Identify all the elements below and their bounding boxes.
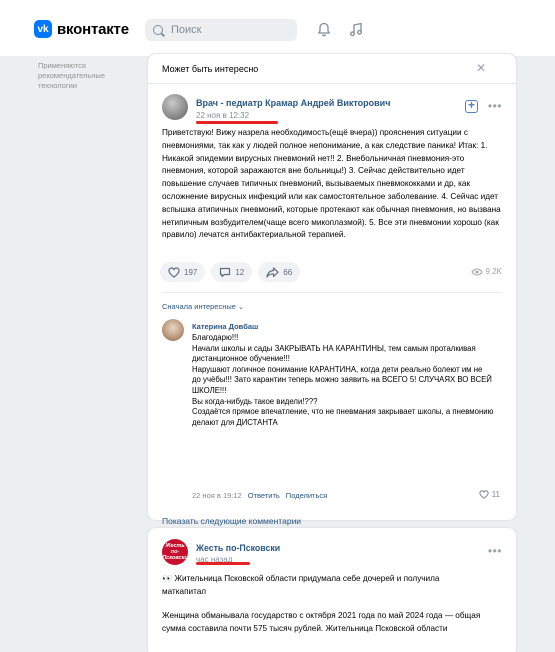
vk-logo[interactable]: vk вконтакте xyxy=(34,20,129,38)
close-icon[interactable]: ✕ xyxy=(476,62,486,74)
comment-meta: 22 ноя в 19:12 Ответить Поделиться xyxy=(192,491,327,500)
heart-icon xyxy=(479,490,489,499)
top-header: vk вконтакте xyxy=(0,0,555,56)
comment-like-button[interactable]: 11 xyxy=(479,490,500,499)
author-avatar[interactable] xyxy=(162,94,188,120)
comment-like-count: 11 xyxy=(491,490,500,499)
highlight-underline xyxy=(196,562,250,565)
heart-icon xyxy=(168,266,180,278)
comments-sort-label: Сначала интересные xyxy=(162,302,236,311)
search-bar[interactable] xyxy=(145,19,297,41)
comment-line: Начали школы и сады ЗАКРЫВАТЬ НА КАРАНТИ… xyxy=(192,343,476,364)
comment-line: Создаётся прямое впечатление, что не пне… xyxy=(192,407,494,427)
comment-icon xyxy=(220,267,231,277)
comment-text: Благодарю!!! Начали школы и сады ЗАКРЫВА… xyxy=(192,333,497,428)
comment-count: 12 xyxy=(235,267,245,277)
like-count: 197 xyxy=(184,267,198,277)
card-header: Может быть интересно ✕ xyxy=(148,54,516,84)
post-author[interactable]: Врач - педиатр Крамар Андрей Викторович xyxy=(196,98,390,108)
eye-icon xyxy=(470,267,483,276)
more-options-icon[interactable]: ••• xyxy=(488,545,502,557)
avatar-logo-text: Жесть по-Псковски xyxy=(162,543,188,561)
post-line: Женщина обманывала государство с октября… xyxy=(162,611,481,633)
search-input[interactable] xyxy=(171,24,291,36)
community-avatar[interactable]: Жесть по-Псковски xyxy=(162,539,188,565)
share-icon xyxy=(266,266,279,278)
views-count: 9.2K xyxy=(485,267,502,276)
feed-card: Может быть интересно ✕ Врач - педиатр Кр… xyxy=(148,54,516,565)
subscribe-plus-icon[interactable]: + xyxy=(465,99,478,113)
views-counter: 9.2K xyxy=(470,267,502,276)
like-button[interactable]: 197 xyxy=(160,262,206,282)
recommendation-note: Применяются рекомендательные технологии xyxy=(38,61,105,90)
music-icon[interactable] xyxy=(347,20,365,38)
bell-icon[interactable] xyxy=(315,20,333,38)
share-comment-link[interactable]: Поделиться xyxy=(286,491,327,500)
post-card: Жесть по-Псковски Жесть по-Псковски час … xyxy=(148,528,516,652)
post-text: Приветствую! Вижу назрела необходимость(… xyxy=(162,128,501,240)
more-options-icon[interactable]: ••• xyxy=(488,100,502,112)
reply-link[interactable]: Ответить xyxy=(248,491,280,500)
comment-line: Нарушают логичное понимание КАРАНТИНА, к… xyxy=(192,364,492,395)
chevron-down-icon: ⌄ xyxy=(238,304,244,311)
comment-author[interactable]: Катерина Довбаш xyxy=(192,322,258,331)
share-button[interactable]: 66 xyxy=(258,262,301,282)
commenter-avatar[interactable] xyxy=(162,319,184,341)
post-author[interactable]: Жесть по-Псковски xyxy=(196,543,280,553)
card-title: Может быть интересно xyxy=(162,64,259,74)
divider xyxy=(162,292,502,293)
share-count: 66 xyxy=(283,267,293,277)
post-text: 👀 Жительница Псковской области придумала… xyxy=(162,573,506,635)
post-date[interactable]: 22 ноя в 12:32 xyxy=(196,111,249,120)
comment-line: Вы когда-нибудь такое видели!??? xyxy=(192,396,318,406)
comment-button[interactable]: 12 xyxy=(211,262,253,282)
show-more-comments-link[interactable]: Показать следующие комментарии xyxy=(162,516,301,526)
vk-logo-icon: vk xyxy=(34,20,52,38)
comment-date[interactable]: 22 ноя в 19:12 xyxy=(192,491,242,500)
post-line: 👀 Жительница Псковской области придумала… xyxy=(162,574,440,596)
comment-line: Благодарю!!! xyxy=(192,333,239,342)
search-icon xyxy=(153,25,163,35)
brand-name: вконтакте xyxy=(57,20,129,38)
comments-sort-dropdown[interactable]: Сначала интересные ⌄ xyxy=(162,302,244,311)
post-actions: 197 12 66 xyxy=(160,262,306,282)
highlight-underline xyxy=(196,121,278,124)
